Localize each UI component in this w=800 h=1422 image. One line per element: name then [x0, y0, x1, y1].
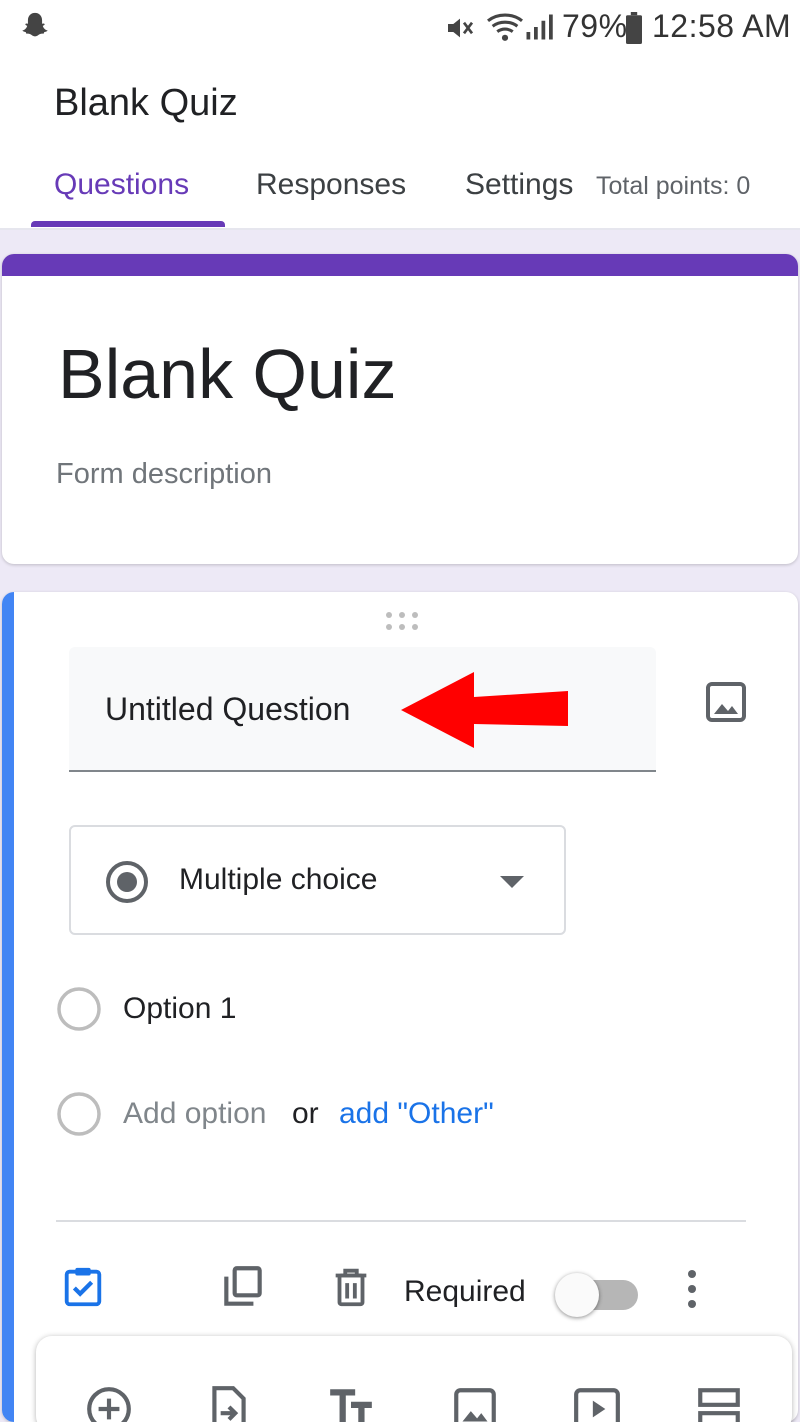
add-image-icon[interactable]	[702, 678, 750, 726]
add-title-icon[interactable]	[326, 1384, 376, 1422]
divider	[56, 1220, 746, 1222]
or-text: or	[292, 1097, 319, 1130]
add-image-icon[interactable]	[450, 1384, 500, 1422]
option-1-field[interactable]: Option 1	[123, 992, 236, 1026]
app-title: Blank Quiz	[54, 82, 238, 124]
delete-icon[interactable]	[328, 1264, 374, 1310]
required-toggle-thumb[interactable]	[555, 1273, 599, 1317]
form-header-card: Blank Quiz Form description	[2, 254, 798, 564]
tab-responses[interactable]: Responses	[256, 168, 406, 202]
active-tab-indicator	[31, 221, 225, 227]
duplicate-icon[interactable]	[218, 1262, 268, 1312]
total-points: Total points: 0	[596, 172, 751, 200]
answer-key-icon[interactable]	[60, 1264, 106, 1310]
question-type-dropdown[interactable]: Multiple choice	[69, 825, 566, 935]
question-toolbar	[36, 1336, 792, 1422]
drag-handle-icon[interactable]	[382, 610, 422, 632]
add-video-icon[interactable]	[572, 1384, 622, 1422]
import-questions-icon[interactable]	[204, 1384, 254, 1422]
add-other-link[interactable]: add "Other"	[339, 1097, 494, 1131]
add-option-field[interactable]: Add option	[123, 1097, 266, 1131]
tab-questions[interactable]: Questions	[54, 168, 189, 202]
header-accent-bar	[2, 254, 798, 276]
form-description-field[interactable]: Form description	[56, 458, 272, 491]
tab-bar: Questions Responses Settings Total point…	[0, 140, 800, 230]
add-section-icon[interactable]	[694, 1384, 744, 1422]
add-question-icon[interactable]	[84, 1384, 134, 1422]
tab-settings[interactable]: Settings	[465, 168, 573, 202]
status-bar: 79% 12:58 AM	[0, 0, 800, 56]
more-options-icon[interactable]	[684, 1268, 700, 1310]
option-radio-icon	[55, 1090, 103, 1138]
question-type-label: Multiple choice	[179, 863, 378, 896]
signal-icon	[524, 12, 554, 42]
clock: 12:58 AM	[652, 8, 792, 44]
snapchat-icon	[18, 10, 52, 44]
radio-button-icon	[103, 858, 151, 906]
required-label: Required	[404, 1275, 526, 1308]
question-title-text: Untitled Question	[105, 691, 351, 727]
form-title-field[interactable]: Blank Quiz	[58, 334, 396, 414]
mute-icon	[444, 12, 476, 44]
option-radio-icon	[55, 985, 103, 1033]
battery-percent: 79%	[562, 8, 628, 44]
question-accent-bar	[2, 592, 14, 1422]
battery-icon	[624, 12, 644, 44]
chevron-down-icon	[499, 875, 525, 889]
wifi-icon	[486, 10, 524, 44]
annotation-arrow	[398, 670, 573, 752]
